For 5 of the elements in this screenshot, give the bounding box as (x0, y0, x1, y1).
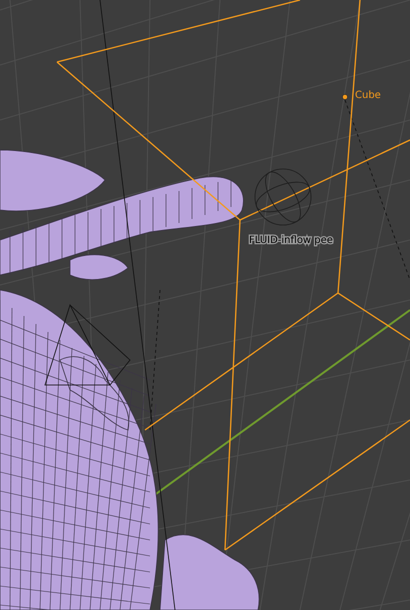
cube-wireframe-drawing[interactable] (56, 0, 410, 551)
3d-viewport[interactable]: Cube FLUID-inflow pee (0, 0, 410, 610)
object-label: FLUID-inflow pee (249, 235, 333, 246)
sphere-empty-drawing[interactable] (254, 168, 312, 226)
object-label: Cube (355, 90, 381, 101)
